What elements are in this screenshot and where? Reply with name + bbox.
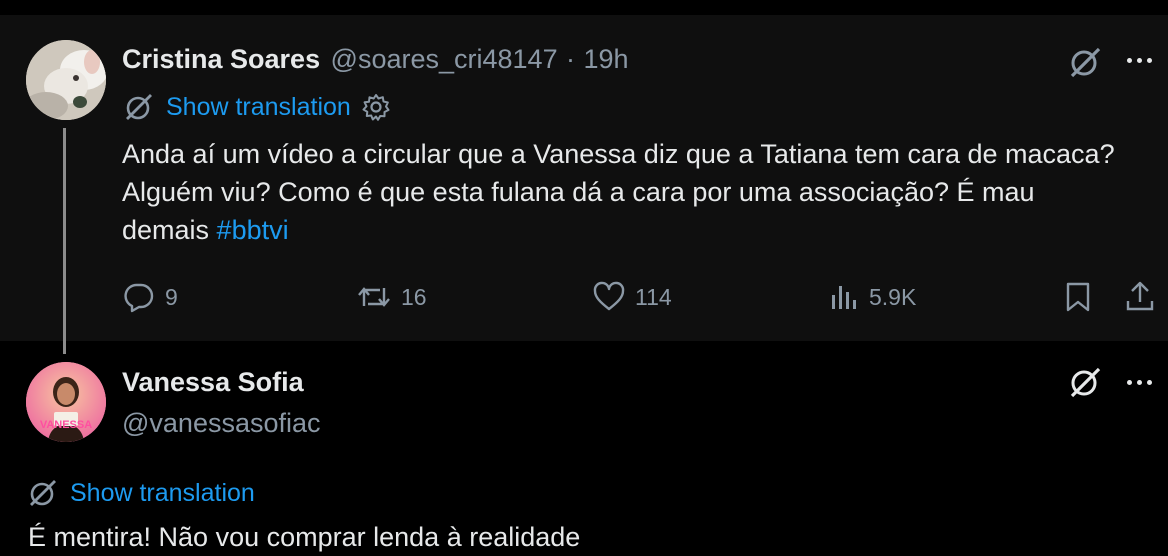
views-count: 5.9K: [869, 283, 917, 310]
like-count: 114: [635, 283, 672, 310]
tweet-2-handle-wrap: @vanessasofiac: [122, 408, 321, 439]
avatar-vanessa[interactable]: VANESSA: [26, 362, 106, 442]
hashtag-link[interactable]: #bbtvi: [217, 215, 289, 245]
share-icon: [1126, 281, 1154, 311]
show-translation-link[interactable]: Show translation: [166, 93, 351, 122]
translate-icon: [126, 94, 152, 120]
views-icon: [832, 286, 856, 309]
show-translation-row: Show translation: [124, 92, 391, 122]
dog-avatar-image: [26, 40, 106, 120]
tweet-1-header: Cristina Soares @soares_cri48147 · 19h: [122, 44, 629, 75]
repost-count: 16: [401, 283, 427, 310]
author-name[interactable]: Cristina Soares: [122, 44, 320, 74]
repost-button[interactable]: 16: [356, 280, 427, 314]
share-button[interactable]: [1124, 279, 1156, 318]
separator-dot: ·: [566, 44, 576, 74]
bookmark-icon: [1066, 282, 1090, 312]
tweet-time[interactable]: 19h: [584, 44, 629, 74]
grok-icon[interactable]: [1068, 365, 1102, 404]
tweet-1-text: Anda aí um vídeo a circular que a Vaness…: [122, 135, 1122, 249]
avatar-cristina[interactable]: [26, 40, 106, 120]
more-icon[interactable]: [1127, 380, 1152, 385]
like-icon: [593, 281, 625, 311]
author-handle[interactable]: @soares_cri48147: [331, 44, 558, 74]
reply-count: 9: [165, 283, 178, 310]
avatar-text: VANESSA: [40, 419, 92, 431]
tweet-2-author-name-wrap: Vanessa Sofia: [122, 367, 304, 398]
author-handle[interactable]: @vanessasofiac: [122, 408, 321, 438]
bookmark-button[interactable]: [1063, 281, 1093, 318]
tweet-2-text: É mentira! Não vou comprar lenda à reali…: [28, 518, 1128, 556]
reply-button[interactable]: 9: [122, 280, 178, 314]
views-button[interactable]: 5.9K: [828, 280, 916, 314]
author-name[interactable]: Vanessa Sofia: [122, 367, 304, 397]
thread-connector-line: [63, 128, 66, 354]
gear-icon[interactable]: [361, 92, 391, 122]
show-translation-row: Show translation: [28, 478, 255, 508]
show-translation-link[interactable]: Show translation: [70, 479, 255, 508]
repost-icon: [358, 287, 390, 307]
like-button[interactable]: 114: [592, 280, 672, 314]
reply-icon: [124, 283, 154, 313]
vanessa-avatar-image: VANESSA: [26, 362, 106, 442]
grok-icon[interactable]: [1068, 45, 1102, 84]
tweet-body: É mentira! Não vou comprar lenda à reali…: [28, 522, 581, 552]
more-icon[interactable]: [1127, 58, 1152, 63]
translate-icon: [30, 480, 56, 506]
